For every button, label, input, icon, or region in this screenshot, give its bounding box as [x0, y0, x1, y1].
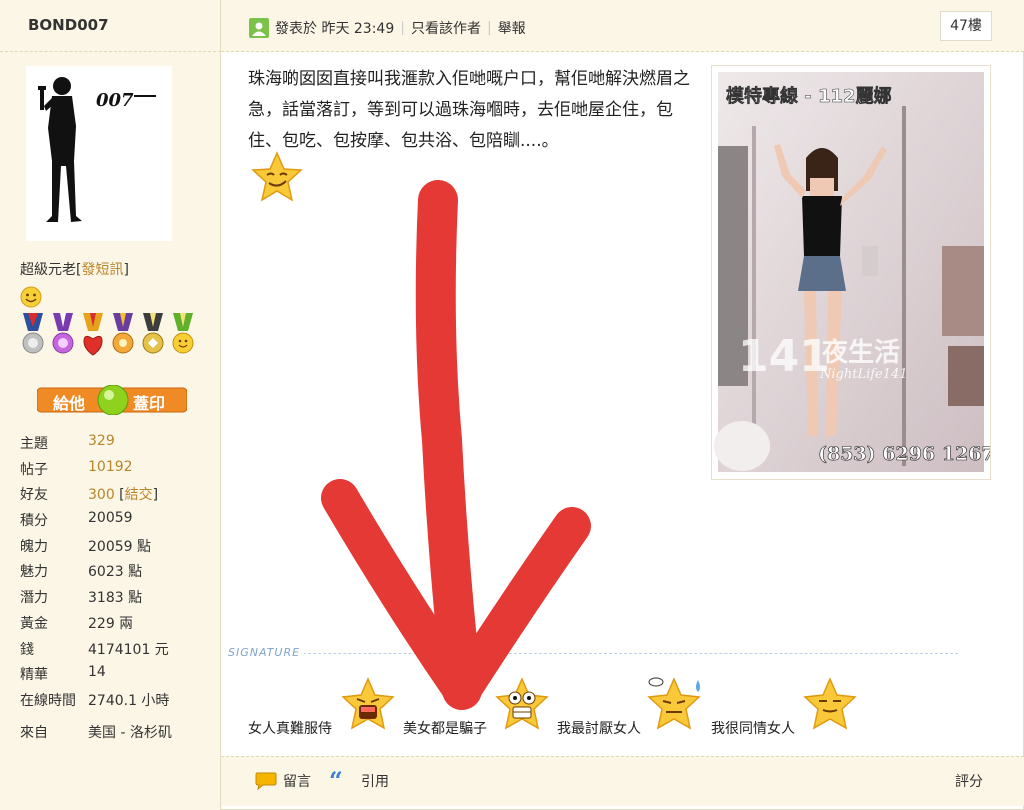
rank-label: 超級元老	[20, 262, 76, 278]
medal-icon[interactable]	[140, 313, 166, 359]
stat-row-potential: 潛力 3183 點	[20, 587, 215, 613]
stat-value-money: 4174101 元	[88, 641, 169, 658]
stat-value-location: 美国 - 洛杉矶	[88, 724, 172, 741]
stat-row-online-time: 在線時間 2740.1 小時	[20, 690, 215, 716]
quote-icon: “	[329, 766, 343, 795]
smiley-icon	[20, 286, 42, 312]
stat-label: 魄力	[20, 538, 48, 555]
report-link[interactable]: 舉報	[498, 18, 526, 38]
quote-label: 引用	[361, 774, 389, 790]
post-content: 珠海啲囡囡直接叫我滙款入佢哋嘅户口，幫佢哋解決燃眉之急，話當落訂，等到可以過珠海…	[248, 69, 690, 151]
user-rank: 超級元老[發短訊]	[20, 262, 129, 278]
advertisement-image[interactable]: 模特專線 - 112麗娜 141 夜生活 NightLife141 (853) …	[711, 65, 995, 480]
post-meta: 發表於 昨天 23:49 | 只看該作者 | 舉報	[249, 18, 526, 38]
stat-value-posts[interactable]: 10192	[88, 459, 133, 475]
author-header: BOND007	[0, 0, 221, 52]
post-time: 昨天 23:49	[321, 21, 395, 37]
medal-icon[interactable]	[20, 313, 46, 359]
stat-row-points: 積分 20059	[20, 510, 215, 536]
stat-row-charm: 魅力 6023 點	[20, 561, 215, 587]
smirk-star-icon	[250, 150, 304, 208]
posted-label: 發表於	[275, 21, 317, 37]
stat-value-courage: 20059 點	[88, 538, 151, 555]
stat-label: 錢	[20, 641, 34, 658]
stat-row-topics: 主題 329	[20, 433, 215, 459]
crying-star-icon	[340, 676, 396, 736]
separator: |	[486, 20, 492, 36]
stat-row-courage: 魄力 20059 點	[20, 536, 215, 562]
avatar[interactable]: 007	[26, 66, 172, 241]
stat-label: 在線時間	[20, 692, 76, 709]
stat-label: 主題	[20, 436, 48, 452]
add-friend-link[interactable]: 結交	[125, 487, 153, 503]
stat-label: 精華	[20, 667, 48, 684]
separator: |	[400, 20, 405, 36]
ad-brand-number: 141	[738, 331, 830, 382]
post-header: 發表於 昨天 23:49 | 只看該作者 | 舉報 47樓	[221, 0, 1024, 52]
stat-label: 積分	[20, 513, 48, 530]
comment-icon	[255, 771, 277, 791]
signature-divider	[228, 653, 958, 654]
send-message-link[interactable]: 發短訊	[81, 262, 123, 278]
stamp-button-left-label: 給他	[53, 394, 86, 413]
ad-phone: (853) 6296 1267	[818, 443, 990, 465]
signature-text: 美女都是騙子	[403, 721, 487, 737]
stat-row-location: 來自 美国 - 洛杉矶	[20, 722, 215, 748]
only-author-link[interactable]: 只看該作者	[411, 18, 481, 38]
medal-icon[interactable]	[110, 313, 136, 359]
avatar-logo: 007	[96, 90, 134, 111]
rate-label: 評分	[955, 774, 983, 790]
stamp-button[interactable]: 給他 蓋印	[36, 384, 188, 416]
stat-row-gold: 黃金 229 兩	[20, 613, 215, 639]
floor-number[interactable]: 47樓	[940, 11, 992, 41]
medal-icon[interactable]	[80, 313, 106, 359]
stat-row-posts: 帖子 10192	[20, 459, 215, 485]
annoyed-star-icon	[646, 674, 706, 736]
stat-row-essence: 精華 14	[20, 664, 215, 690]
author-sidebar: BOND007 007 超級元老[發短訊] 給他 蓋印 主題 329 帖子 10…	[0, 0, 221, 810]
stat-label: 好友	[20, 487, 48, 504]
author-username[interactable]: BOND007	[28, 16, 109, 34]
stat-row-money: 錢 4174101 元	[20, 639, 215, 665]
medal-icon[interactable]	[170, 313, 196, 359]
stat-label: 潛力	[20, 590, 48, 607]
stat-value-online-time: 2740.1 小時	[88, 692, 170, 709]
rate-button[interactable]: 評分	[955, 771, 983, 791]
online-status-icon	[249, 18, 269, 38]
post-footer: 留言 “ 引用 評分	[221, 756, 1024, 806]
stat-value-potential: 3183 點	[88, 590, 143, 607]
signature-text: 我很同情女人	[711, 721, 795, 737]
signature-label: SIGNATURE	[228, 646, 305, 659]
comment-label: 留言	[283, 774, 311, 790]
friends-count-link[interactable]: 300	[88, 487, 115, 503]
shocked-star-icon	[494, 676, 550, 736]
medal-list	[20, 313, 196, 359]
stat-value-friends: 300 [結交]	[88, 487, 159, 504]
stat-label: 來自	[20, 724, 48, 741]
stat-label: 帖子	[20, 461, 48, 478]
stat-label: 黃金	[20, 615, 48, 632]
stat-row-friends: 好友 300 [結交]	[20, 484, 215, 510]
medal-icon[interactable]	[50, 313, 76, 359]
signature-text: 我最討厭女人	[557, 721, 641, 737]
ad-brand-sub: NightLife141	[819, 367, 908, 382]
sympathetic-star-icon	[802, 676, 858, 736]
stat-value-essence: 14	[88, 664, 106, 681]
stat-value-topics[interactable]: 329	[88, 433, 115, 449]
stat-value-points: 20059	[88, 510, 133, 527]
quote-button[interactable]: “ 引用	[329, 766, 389, 795]
user-stats: 主題 329 帖子 10192 好友 300 [結交] 積分 20059 魄力 …	[20, 433, 215, 747]
stat-value-charm: 6023 點	[88, 564, 143, 581]
ad-title: 模特專線 - 112麗娜	[726, 85, 892, 107]
stat-value-gold: 229 兩	[88, 615, 134, 632]
comment-button[interactable]: 留言	[255, 771, 311, 791]
ad-brand-text: 夜生活	[821, 337, 900, 368]
signature-text: 女人真難服侍	[248, 721, 332, 737]
stamp-button-right-label: 蓋印	[133, 394, 166, 413]
stat-label: 魅力	[20, 564, 48, 581]
